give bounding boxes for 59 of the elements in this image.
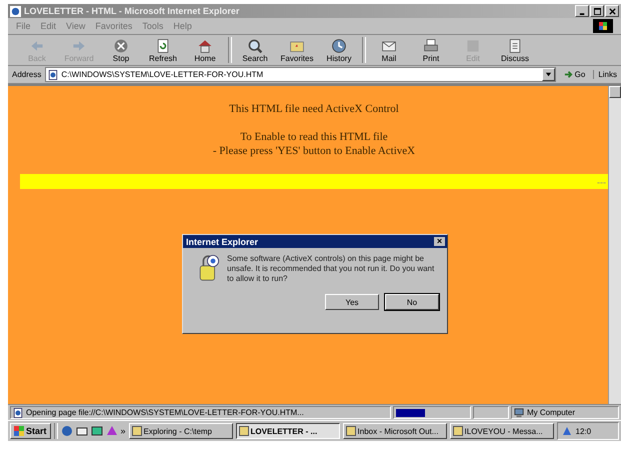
page-heading: This HTML file need ActiveX Control xyxy=(228,102,400,116)
house-icon xyxy=(197,38,213,54)
dialog-button[interactable]: No xyxy=(385,294,439,310)
page-icon xyxy=(48,70,58,80)
refresh-icon xyxy=(155,38,171,54)
toolbar-button[interactable]: Home xyxy=(186,38,224,62)
go-button[interactable]: Go xyxy=(560,70,590,79)
toolbar-button[interactable]: Search xyxy=(236,38,274,62)
stop-icon xyxy=(113,38,129,54)
taskbar-button[interactable]: ILOVEYOU - Messa... xyxy=(450,423,554,439)
caret-icon xyxy=(544,71,552,78)
toolbar-button[interactable]: Refresh xyxy=(144,38,182,62)
toolbar-button[interactable]: History xyxy=(320,38,358,62)
bar-text: --- xyxy=(597,176,606,186)
scroll-bar[interactable] xyxy=(608,86,621,404)
maximize-icon xyxy=(594,8,600,14)
page-icon xyxy=(13,408,23,418)
close-button[interactable] xyxy=(605,5,619,17)
window-icon xyxy=(346,426,356,436)
start-button[interactable]: Start xyxy=(10,423,51,439)
dialog-title: Internet Explorer xyxy=(186,236,258,246)
document-icon xyxy=(507,38,523,54)
windows-logo-icon xyxy=(593,19,613,33)
links-button[interactable]: Links xyxy=(593,70,617,79)
right-arrow-icon xyxy=(564,70,573,79)
page-text: - Please press 'YES' button to Enable ActiveX xyxy=(212,144,416,158)
browser-icon xyxy=(10,6,21,16)
dropdown-button[interactable] xyxy=(542,68,555,81)
taskbar-button[interactable]: Exploring - C:\temp xyxy=(128,423,233,439)
address-label: Address xyxy=(12,70,42,79)
toolbar-button[interactable]: Mail xyxy=(370,38,408,62)
window-icon xyxy=(452,426,463,436)
window-icon xyxy=(132,426,142,436)
desktop-icon[interactable] xyxy=(90,425,103,437)
window-title: LOVELETTER - HTML - Microsoft Internet Explorer xyxy=(24,6,240,16)
window-icon xyxy=(238,426,249,436)
address-text: C:\WINDOWS\SYSTEM\LOVE-LETTER-FOR-YOU.HTM xyxy=(61,70,264,79)
taskbar-button[interactable]: Inbox - Microsoft Out... xyxy=(342,423,447,439)
taskbar-button[interactable]: LOVELETTER - ... xyxy=(236,423,340,439)
address-field[interactable]: C:\WINDOWS\SYSTEM\LOVE-LETTER-FOR-YOU.HTM xyxy=(45,67,556,82)
windows-logo-icon xyxy=(14,426,24,436)
zone-text: My Computer xyxy=(527,408,576,417)
close-button[interactable]: × xyxy=(434,237,445,246)
maximize-button[interactable] xyxy=(590,5,604,17)
clock: 12:0 xyxy=(576,426,592,436)
close-icon xyxy=(608,8,616,14)
dialog-button[interactable]: Yes xyxy=(325,294,379,310)
toolbar-button[interactable]: Favorites xyxy=(278,38,316,62)
printer-icon xyxy=(423,38,439,54)
page-text: To Enable to read this HTML file xyxy=(239,130,389,144)
status-message: Opening page file://C:\WINDOWS\SYSTEM\LOVE-LETTER-FOR-YOU.HTM... xyxy=(26,408,304,417)
dialog-message: Some software (ActiveX controls) on this page might be unsafe. It is recommended that you not run it. Do you want to allow it to run? xyxy=(227,254,436,284)
toolbar-button[interactable]: Stop xyxy=(102,38,140,62)
toolbar-button[interactable]: Discuss xyxy=(496,38,534,62)
more-button[interactable]: » xyxy=(120,426,126,436)
minimize-button[interactable] xyxy=(575,5,589,17)
toolbar-button[interactable]: Print xyxy=(412,38,450,62)
tray-icon[interactable] xyxy=(562,426,572,436)
search-icon xyxy=(247,38,263,54)
